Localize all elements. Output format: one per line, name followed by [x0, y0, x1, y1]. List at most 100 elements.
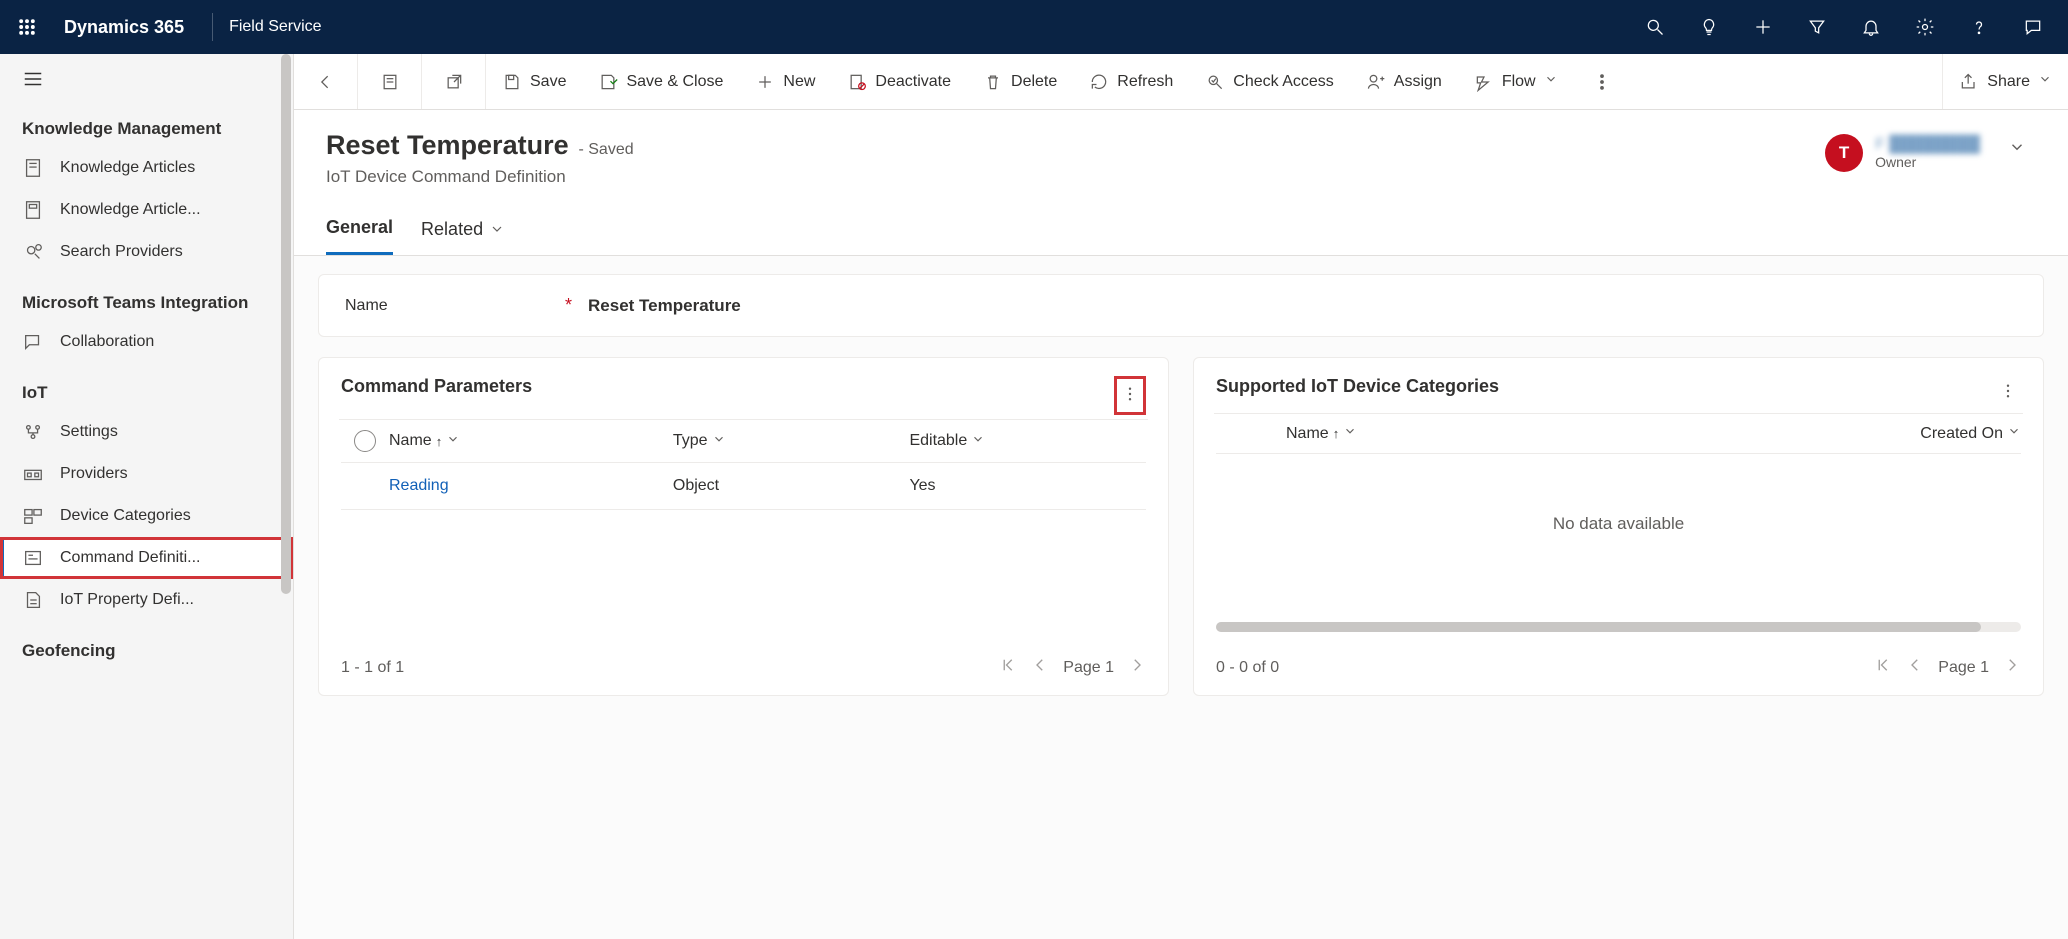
pager-prev-icon[interactable]	[1906, 656, 1924, 679]
sidebar-item-label: Command Definiti...	[60, 549, 201, 567]
entity-name: IoT Device Command Definition	[326, 167, 1825, 187]
row-editable: Yes	[909, 477, 1146, 495]
subgrid-more-button[interactable]	[1995, 376, 2021, 409]
field-value-name[interactable]: Reset Temperature	[588, 296, 741, 316]
check-access-label: Check Access	[1233, 73, 1333, 91]
assign-button[interactable]: Assign	[1350, 54, 1458, 109]
chevron-down-icon	[967, 432, 985, 451]
chevron-down-icon	[708, 432, 726, 451]
tab-label: General	[326, 217, 393, 238]
save-close-button[interactable]: Save & Close	[582, 54, 739, 109]
overflow-button[interactable]	[1574, 54, 1630, 109]
open-new-window-button[interactable]	[422, 54, 486, 109]
sidebar-scrollbar[interactable]	[281, 54, 291, 939]
grid-header-row: Name ↑ Type Editable	[341, 420, 1146, 463]
refresh-button[interactable]: Refresh	[1073, 54, 1189, 109]
bell-icon[interactable]	[1844, 0, 1898, 54]
form-header: Reset Temperature - Saved IoT Device Com…	[294, 110, 2068, 187]
sidebar-item-label: Device Categories	[60, 507, 191, 525]
chevron-down-icon	[1339, 424, 1357, 443]
app-launcher-icon[interactable]	[0, 0, 54, 54]
site-map-sidebar: Knowledge Management Knowledge Articles …	[0, 54, 294, 939]
new-button[interactable]: New	[739, 54, 831, 109]
lightbulb-icon[interactable]	[1682, 0, 1736, 54]
back-button[interactable]	[294, 54, 358, 109]
check-access-button[interactable]: Check Access	[1189, 54, 1349, 109]
sidebar-item-label: IoT Property Defi...	[60, 591, 194, 609]
owner-avatar[interactable]: T	[1825, 134, 1863, 172]
sidebar-item-label: Knowledge Article...	[60, 201, 201, 219]
sidebar-item-collaboration[interactable]: Collaboration	[0, 321, 293, 363]
sidebar-item-knowledge-article-templates[interactable]: Knowledge Article...	[0, 189, 293, 231]
subgrid-more-button[interactable]	[1114, 376, 1146, 415]
assign-label: Assign	[1394, 73, 1442, 91]
pager-page: Page 1	[1938, 659, 1989, 677]
sidebar-item-search-providers[interactable]: Search Providers	[0, 231, 293, 273]
select-all-checkbox[interactable]	[354, 430, 376, 452]
flow-button[interactable]: Flow	[1458, 54, 1574, 109]
sidebar-item-command-definitions[interactable]: Command Definiti...	[0, 537, 293, 579]
section-geofencing: Geofencing	[0, 621, 293, 669]
pager-next-icon[interactable]	[2003, 656, 2021, 679]
search-icon[interactable]	[1628, 0, 1682, 54]
refresh-label: Refresh	[1117, 73, 1173, 91]
column-header-created-on[interactable]: Created On	[1687, 424, 2021, 443]
column-header-type[interactable]: Type	[673, 432, 910, 451]
sidebar-item-iot-property-definitions[interactable]: IoT Property Defi...	[0, 579, 293, 621]
new-label: New	[783, 73, 815, 91]
pager-next-icon[interactable]	[1128, 656, 1146, 679]
share-button[interactable]: Share	[1942, 54, 2068, 109]
sidebar-item-device-categories[interactable]: Device Categories	[0, 495, 293, 537]
sidebar-item-iot-providers[interactable]: Providers	[0, 453, 293, 495]
assistant-icon[interactable]	[2006, 0, 2060, 54]
chevron-down-icon	[442, 432, 460, 451]
row-name-link[interactable]: Reading	[389, 477, 449, 494]
delete-label: Delete	[1011, 73, 1057, 91]
sidebar-item-label: Search Providers	[60, 243, 183, 261]
add-icon[interactable]	[1736, 0, 1790, 54]
tab-general[interactable]: General	[326, 217, 393, 255]
deactivate-label: Deactivate	[875, 73, 951, 91]
sidebar-item-knowledge-articles[interactable]: Knowledge Articles	[0, 147, 293, 189]
pager-range: 1 - 1 of 1	[341, 659, 404, 677]
column-header-editable[interactable]: Editable	[909, 432, 1146, 451]
pager-page: Page 1	[1063, 659, 1114, 677]
pager-first-icon[interactable]	[1874, 656, 1892, 679]
brand-title[interactable]: Dynamics 365	[54, 17, 202, 38]
delete-button[interactable]: Delete	[967, 54, 1073, 109]
sidebar-item-iot-settings[interactable]: Settings	[0, 411, 293, 453]
empty-grid-message: No data available	[1216, 454, 2021, 614]
save-button[interactable]: Save	[486, 54, 582, 109]
sidebar-item-label: Settings	[60, 423, 118, 441]
pager-prev-icon[interactable]	[1031, 656, 1049, 679]
deactivate-button[interactable]: Deactivate	[831, 54, 967, 109]
tab-label: Related	[421, 219, 483, 240]
global-nav-bar: Dynamics 365 Field Service	[0, 0, 2068, 54]
owner-name[interactable]: F ████████	[1875, 136, 1980, 154]
horizontal-scrollbar[interactable]	[1216, 622, 2021, 632]
command-parameters-subgrid: Command Parameters Name ↑	[318, 357, 1169, 696]
app-name[interactable]: Field Service	[223, 18, 321, 36]
device-categories-subgrid: Supported IoT Device Categories Name ↑	[1193, 357, 2044, 696]
gear-icon[interactable]	[1898, 0, 1952, 54]
header-expand-button[interactable]	[1980, 130, 2036, 159]
subgrid-title: Command Parameters	[341, 376, 532, 397]
column-header-name[interactable]: Name ↑	[389, 432, 673, 451]
activity-timeline-button[interactable]	[358, 54, 422, 109]
pager-range: 0 - 0 of 0	[1216, 659, 1279, 677]
tab-related[interactable]: Related	[421, 217, 505, 255]
filter-icon[interactable]	[1790, 0, 1844, 54]
grid-row[interactable]: Reading Object Yes	[341, 463, 1146, 510]
pager: 0 - 0 of 0 Page 1	[1216, 632, 2021, 679]
section-knowledge-management: Knowledge Management	[0, 99, 293, 147]
command-bar: Save Save & Close New Deactivate Delete …	[294, 54, 2068, 110]
required-indicator: *	[565, 295, 572, 316]
pager-first-icon[interactable]	[999, 656, 1017, 679]
sidebar-item-label: Knowledge Articles	[60, 159, 195, 177]
column-header-name[interactable]: Name ↑	[1286, 424, 1687, 443]
section-iot: IoT	[0, 363, 293, 411]
sidebar-toggle[interactable]	[0, 54, 293, 99]
grid-header-row: Name ↑ Created On	[1216, 414, 2021, 454]
help-icon[interactable]	[1952, 0, 2006, 54]
form-tabs: General Related	[294, 187, 2068, 256]
